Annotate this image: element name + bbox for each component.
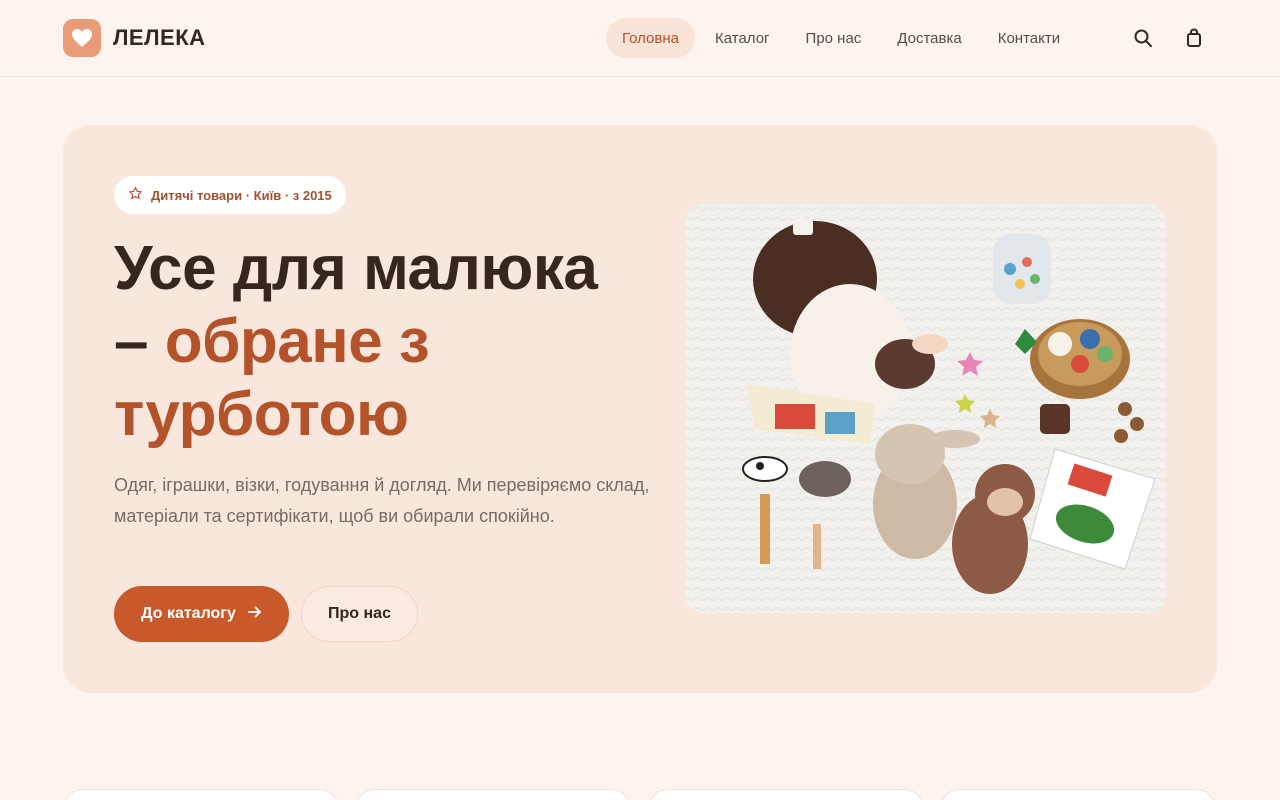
- hero-title-dash: –: [114, 307, 148, 376]
- hero-title-accent: обране з турботою: [114, 307, 430, 449]
- hero-badge: Дитячі товари · Київ · з 2015: [114, 176, 346, 214]
- nav-item-label: Доставка: [897, 29, 962, 47]
- main-nav: Головна Каталог Про нас Доставка Контакт…: [606, 18, 1080, 58]
- feature-card: [648, 789, 924, 800]
- nav-item-delivery[interactable]: Доставка: [881, 18, 977, 58]
- catalog-button[interactable]: До каталогу: [114, 586, 289, 642]
- nav-item-contacts[interactable]: Контакти: [982, 18, 1076, 58]
- nav-item-about[interactable]: Про нас: [790, 18, 878, 58]
- hero-title-main: Усе для малюка: [114, 234, 598, 303]
- logo[interactable]: ЛЕЛЕКА: [63, 19, 206, 57]
- feature-card: [355, 789, 631, 800]
- arrow-right-icon: [247, 605, 262, 624]
- nav-item-catalog[interactable]: Каталог: [699, 18, 786, 58]
- about-button[interactable]: Про нас: [301, 586, 418, 642]
- hero-description: Одяг, іграшки, візки, годування й догляд…: [114, 475, 650, 526]
- feature-card: [940, 789, 1216, 800]
- search-icon[interactable]: [1129, 24, 1157, 52]
- shopping-bag-icon[interactable]: [1180, 24, 1208, 52]
- nav-item-home[interactable]: Головна: [606, 18, 695, 58]
- star-icon: [128, 186, 143, 204]
- hero-photo: [685, 204, 1166, 613]
- brand-name: ЛЕЛЕКА: [113, 25, 206, 50]
- heart-icon: [63, 19, 101, 57]
- hero-section: Дитячі товари · Київ · з 2015 Усе для ма…: [63, 125, 1217, 693]
- nav-item-label: Контакти: [997, 29, 1061, 47]
- badge-text: Дитячі товари · Київ · з 2015: [151, 187, 332, 203]
- nav-item-label: Каталог: [715, 29, 770, 47]
- site-header: ЛЕЛЕКА Головна Каталог Про нас Доставка …: [0, 0, 1280, 77]
- nav-item-label: Головна: [622, 29, 679, 47]
- catalog-button-label: До каталогу: [141, 605, 236, 622]
- nav-item-label: Про нас: [805, 29, 862, 47]
- feature-card: [63, 789, 339, 800]
- hero-title: Усе для малюка – обране з турботою: [114, 232, 654, 451]
- about-button-label: Про нас: [328, 605, 391, 622]
